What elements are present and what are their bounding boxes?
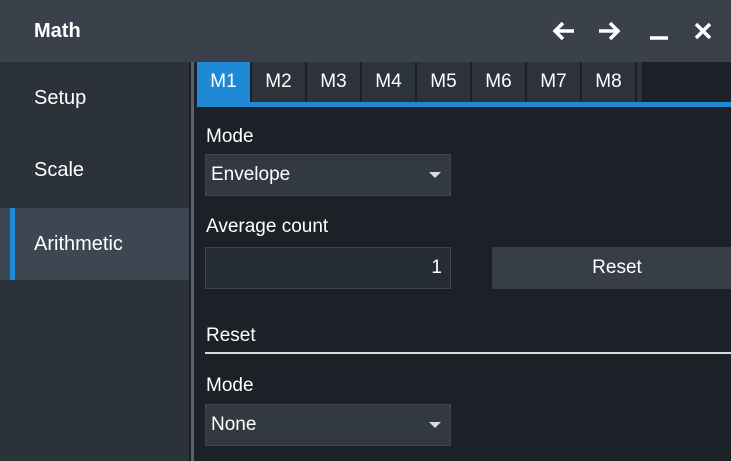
mode-value: Envelope <box>211 164 291 185</box>
reset-mode-value: None <box>211 414 257 435</box>
sidebar-item-scale[interactable]: Scale <box>0 134 189 206</box>
section-divider <box>205 352 731 354</box>
math-tabs: M1 M2 M3 M4 M5 M6 M7 M8 <box>197 62 731 108</box>
sidebar-item-arithmetic[interactable]: Arithmetic <box>0 208 189 280</box>
reset-section-label: Reset <box>206 325 256 346</box>
reset-mode-label: Mode <box>206 375 254 396</box>
tab-underline <box>197 102 731 107</box>
tab-m3[interactable]: M3 <box>307 62 362 102</box>
sidebar: Setup Scale Arithmetic <box>0 62 189 461</box>
chevron-down-icon <box>429 172 441 178</box>
tab-m4[interactable]: M4 <box>362 62 417 102</box>
math-panel: M1 M2 M3 M4 M5 M6 M7 M8 Mode Envelope Av… <box>197 62 731 461</box>
mode-label: Mode <box>206 126 254 147</box>
active-indicator <box>10 208 15 280</box>
tab-m6[interactable]: M6 <box>472 62 527 102</box>
splitter-line <box>191 62 194 461</box>
arrow-left-icon[interactable] <box>548 14 580 48</box>
tab-m7[interactable]: M7 <box>527 62 582 102</box>
reset-button[interactable]: Reset <box>492 247 731 289</box>
tab-m1[interactable]: M1 <box>197 62 252 102</box>
sidebar-item-setup[interactable]: Setup <box>0 62 189 134</box>
tab-m5[interactable]: M5 <box>417 62 472 102</box>
sidebar-item-label: Arithmetic <box>34 232 123 255</box>
chevron-down-icon <box>429 422 441 428</box>
window-title: Math <box>34 20 81 42</box>
average-count-field[interactable]: 1 <box>205 247 451 289</box>
close-icon[interactable] <box>687 14 719 48</box>
tab-m2[interactable]: M2 <box>252 62 307 102</box>
sidebar-item-label: Setup <box>34 86 87 109</box>
tab-m8[interactable]: M8 <box>582 62 637 102</box>
mode-dropdown[interactable]: Envelope <box>205 154 451 196</box>
sidebar-item-label: Scale <box>34 158 85 181</box>
minimize-icon[interactable] <box>643 14 675 48</box>
average-count-label: Average count <box>206 216 329 237</box>
reset-mode-dropdown[interactable]: None <box>205 404 451 446</box>
title-bar: Math <box>0 0 731 62</box>
arrow-right-icon[interactable] <box>593 14 625 48</box>
panel-splitter[interactable] <box>189 62 197 461</box>
